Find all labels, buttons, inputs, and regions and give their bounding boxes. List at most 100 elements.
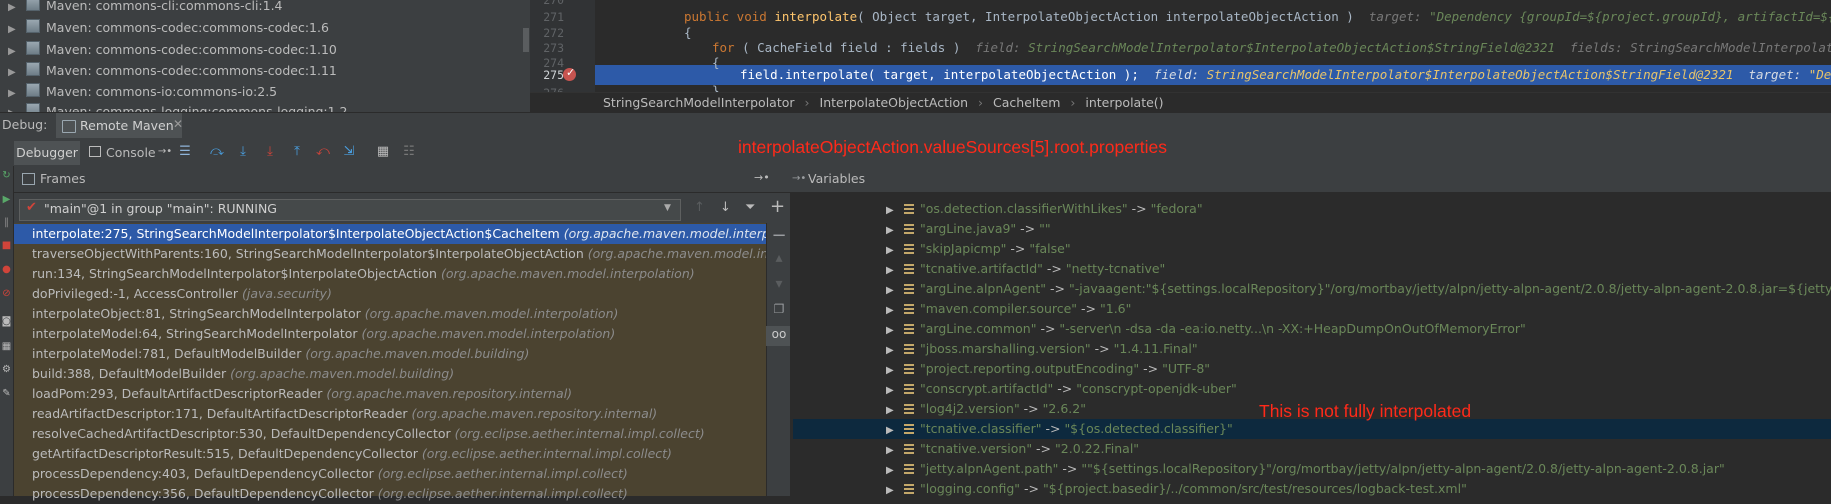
tab-debugger[interactable]: Debugger xyxy=(14,141,80,165)
breadcrumb-item[interactable]: interpolate() xyxy=(1085,95,1163,110)
frame-item[interactable]: processDependency:356, DefaultDependency… xyxy=(32,484,628,504)
expand-arrow-icon[interactable]: ▶ xyxy=(886,281,904,301)
pin-icon[interactable]: ✎ xyxy=(1,388,12,399)
variable-row[interactable]: ▶ "maven.compiler.source" -> "1.6" xyxy=(886,299,1131,319)
expand-arrow-icon[interactable]: ▶ xyxy=(886,261,904,281)
frame-item[interactable]: interpolateObject:81, StringSearchModelI… xyxy=(32,304,618,324)
camera-icon[interactable]: ◙ xyxy=(1,316,12,327)
copy-icon[interactable]: ❐ xyxy=(770,302,788,316)
variable-row[interactable]: ▶ "jetty.alpnAgent.path" -> ""${settings.… xyxy=(886,459,1725,479)
tree-item[interactable]: ▶ Maven: commons-logging:commons-logging:… xyxy=(8,102,348,112)
move-down-icon[interactable]: ▾ xyxy=(770,276,788,292)
expand-arrow-icon[interactable]: ▶ xyxy=(8,84,22,104)
expand-arrow-icon[interactable]: ▶ xyxy=(8,104,22,112)
tree-item[interactable]: ▶ Maven: commons-codec:commons-codec:1.10 xyxy=(8,40,337,60)
tree-item[interactable]: ▶ Maven: commons-cli:commons-cli:1.4 xyxy=(8,0,283,16)
expand-arrow-icon[interactable]: ▶ xyxy=(886,201,904,221)
expand-arrow-icon[interactable]: ▶ xyxy=(886,301,904,321)
settings-icon[interactable]: ⚙ xyxy=(1,364,12,375)
step-over-icon[interactable]: ⤼ xyxy=(208,143,226,161)
breadcrumb-item[interactable]: CacheItem xyxy=(993,95,1060,110)
expand-arrow-icon[interactable]: ▶ xyxy=(8,63,22,83)
expand-arrow-icon[interactable]: ▶ xyxy=(886,481,904,501)
tab-remote-maven-label: Remote Maven xyxy=(80,118,174,133)
frame-item[interactable]: build:388, DefaultModelBuilder (org.apac… xyxy=(32,364,454,384)
expand-arrow-icon[interactable]: ▶ xyxy=(8,0,22,18)
tree-item[interactable]: ▶ Maven: commons-codec:commons-codec:1.6 xyxy=(8,18,329,38)
expand-arrow-icon[interactable]: ▶ xyxy=(886,381,904,401)
rerun-icon[interactable]: ↻ xyxy=(1,170,12,181)
breadcrumb-item[interactable]: InterpolateObjectAction xyxy=(820,95,969,110)
mute-breakpoints-icon[interactable]: ⊘ xyxy=(1,288,12,299)
close-icon[interactable]: ✕ xyxy=(173,117,183,131)
frame-item[interactable]: interpolate:275, StringSearchModelInterp… xyxy=(32,224,793,244)
expand-arrow-icon[interactable]: ▶ xyxy=(8,20,22,40)
pin-tab-icon[interactable]: →• xyxy=(156,143,174,161)
frame-package: (org.eclipse.aether.internal.impl.collec… xyxy=(454,426,705,441)
new-watch-icon[interactable]: + xyxy=(770,196,785,217)
run-to-cursor-icon[interactable]: ⇲ xyxy=(340,143,358,161)
variable-row[interactable]: ▶ "os.detection.classifierWithLikes" -> "… xyxy=(886,199,1203,219)
variable-row[interactable]: ▶ "logging.config" -> "${project.basedir}… xyxy=(886,479,1467,499)
tree-scrollbar-thumb[interactable] xyxy=(523,28,529,52)
previous-frame-icon[interactable]: ↑ xyxy=(694,200,705,215)
add-icon[interactable]: − xyxy=(770,225,788,246)
move-up-icon[interactable]: ▴ xyxy=(770,250,788,266)
expand-arrow-icon[interactable]: ▶ xyxy=(886,241,904,261)
variable-row[interactable]: ▶ "jboss.marshalling.version" -> "1.4.11.… xyxy=(886,339,1198,359)
show-execution-point-icon[interactable]: ☰ xyxy=(176,143,194,161)
expand-arrow-icon[interactable]: ▶ xyxy=(886,461,904,481)
evaluate-expression-icon[interactable]: ▦ xyxy=(374,143,392,161)
tab-console[interactable]: Console xyxy=(106,145,156,160)
frame-item[interactable]: interpolateModel:64, StringSearchModelIn… xyxy=(32,324,615,344)
restore-layout-icon[interactable]: →• xyxy=(792,173,806,184)
restore-layout-icon[interactable]: →• xyxy=(754,171,770,184)
variable-row[interactable]: ▶ "project.reporting.outputEncoding" -> "… xyxy=(886,359,1210,379)
variable-row[interactable]: ▶ "argLine.common" -> "-server\n -dsa -da… xyxy=(886,319,1526,339)
drop-frame-icon[interactable]: ⤺ xyxy=(314,143,332,161)
trace-icon[interactable]: ☷ xyxy=(400,143,418,161)
frame-item[interactable]: loadPom:293, DefaultArtifactDescriptorRe… xyxy=(32,384,572,404)
variable-row[interactable]: ▶ "tcnative.version" -> "2.0.22.Final" xyxy=(886,439,1139,459)
step-out-icon[interactable]: ⤒ xyxy=(288,143,306,161)
tree-item[interactable]: ▶ Maven: commons-io:commons-io:2.5 xyxy=(8,82,277,102)
expand-arrow-icon[interactable]: ▶ xyxy=(886,401,904,421)
expand-arrow-icon[interactable]: ▶ xyxy=(886,421,904,441)
field-icon xyxy=(904,404,914,414)
frame-item[interactable]: resolveCachedArtifactDescriptor:530, Def… xyxy=(32,424,705,444)
frame-item[interactable]: traverseObjectWithParents:160, StringSea… xyxy=(32,244,794,264)
tree-item[interactable]: ▶ Maven: commons-codec:commons-codec:1.11 xyxy=(8,61,337,81)
breadcrumb-item[interactable]: StringSearchModelInterpolator xyxy=(603,93,795,113)
variable-row[interactable]: ▶ "skipJapicmp" -> "false" xyxy=(886,239,1071,259)
step-into-icon[interactable]: ⤓ xyxy=(234,143,252,161)
expand-arrow-icon[interactable]: ▶ xyxy=(886,221,904,241)
pause-icon[interactable]: ‖ xyxy=(1,217,12,228)
frame-item[interactable]: interpolateModel:781, DefaultModelBuilde… xyxy=(32,344,529,364)
frame-item[interactable]: run:134, StringSearchModelInterpolator$I… xyxy=(32,264,695,284)
expand-arrow-icon[interactable]: ▶ xyxy=(8,42,22,62)
filter-icon[interactable]: ⏷ xyxy=(745,200,755,215)
view-breakpoints-icon[interactable]: ● xyxy=(1,264,12,275)
variable-row[interactable]: ▶ "tcnative.artifactId" -> "netty-tcnativ… xyxy=(886,259,1165,279)
variable-row[interactable]: ▶ "conscrypt.artifactId" -> "conscrypt-op… xyxy=(886,379,1237,399)
frame-item[interactable]: readArtifactDescriptor:171, DefaultArtif… xyxy=(32,404,657,424)
annotation-expression: interpolateObjectAction.valueSources[5].… xyxy=(738,137,1167,157)
variable-row[interactable]: ▶ "argLine.alpnAgent" -> "-javaagent:"${s… xyxy=(886,279,1831,299)
layout-icon[interactable]: ▦ xyxy=(1,341,12,352)
variable-row[interactable]: ▶ "argLine.java9" -> "" xyxy=(886,219,1051,239)
frame-item[interactable]: processDependency:403, DefaultDependency… xyxy=(32,464,628,484)
expand-arrow-icon[interactable]: ▶ xyxy=(886,441,904,461)
expand-arrow-icon[interactable]: ▶ xyxy=(886,321,904,341)
variable-row[interactable]: ▶ "log4j2.version" -> "2.6.2" xyxy=(886,399,1086,419)
resume-icon[interactable]: ▶ xyxy=(1,194,12,205)
tree-scrollbar[interactable] xyxy=(520,0,530,112)
stop-icon[interactable]: ■ xyxy=(1,240,12,251)
expand-arrow-icon[interactable]: ▶ xyxy=(886,341,904,361)
frame-item[interactable]: getArtifactDescriptorResult:515, Default… xyxy=(32,444,672,464)
next-frame-icon[interactable]: ↓ xyxy=(720,200,731,215)
frame-item[interactable]: doPrivileged:-1, AccessController (java.… xyxy=(32,284,332,304)
force-step-into-icon[interactable]: ⤓ xyxy=(261,143,279,161)
expand-arrow-icon[interactable]: ▶ xyxy=(886,361,904,381)
chevron-down-icon[interactable]: ▼ xyxy=(664,203,671,213)
variable-row-selected[interactable]: ▶ "tcnative.classifier" -> "${os.detected… xyxy=(886,419,1233,439)
